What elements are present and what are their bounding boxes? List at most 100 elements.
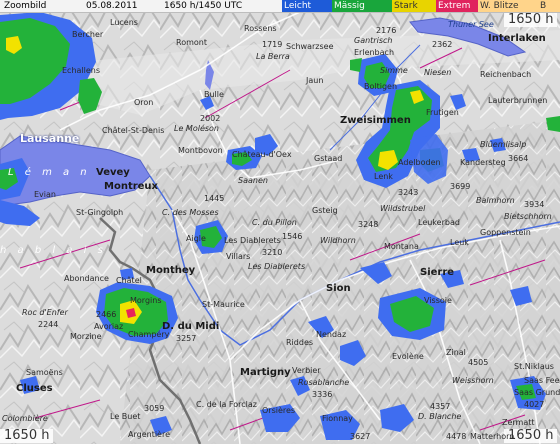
- cell-moderate: [350, 58, 362, 72]
- place-gstaad: Gstaad: [314, 154, 343, 163]
- place-chateau-doex: Château-d'Oex: [232, 150, 292, 159]
- place-romont: Romont: [176, 38, 207, 47]
- elevation-2002: 2002: [200, 114, 221, 123]
- place-vevey: Vevey: [96, 167, 130, 178]
- elevation-3699: 3699: [450, 182, 471, 191]
- place-schwarzsee: Schwarzsee: [286, 42, 334, 51]
- place-reichenbach: Reichenbach: [480, 70, 532, 79]
- header-bar: Zoombild 05.08.2011 1650 h/1450 UTC Leic…: [0, 0, 560, 13]
- place-martigny: Martigny: [240, 367, 291, 378]
- alpine-relief: [120, 120, 560, 444]
- elevation-3664: 3664: [508, 154, 529, 163]
- elevation-3336: 3336: [312, 390, 333, 399]
- place-saas-grund: Saas Grund: [514, 388, 560, 397]
- place-bietschhorn: Bietschhorn: [504, 212, 552, 221]
- place-gantrisch: Gantrisch: [354, 36, 393, 45]
- place-monthey: Monthey: [146, 265, 196, 276]
- elevation-2176: 2176: [376, 26, 397, 35]
- place-goppenstein: Goppenstein: [480, 228, 531, 237]
- elevation-3243: 3243: [398, 188, 419, 197]
- place-aigle: Aigle: [186, 234, 206, 243]
- place-cluses: Cluses: [16, 383, 53, 394]
- elevation-3059: 3059: [144, 404, 165, 413]
- elevation-1719: 1719: [262, 40, 283, 49]
- place-d-blanche: D. Blanche: [418, 412, 462, 421]
- place-st-niklaus: St.Niklaus: [514, 362, 554, 371]
- legend-lightning: W. Blitze: [478, 0, 538, 12]
- lake-label-thuner-see: Thuner See: [448, 20, 494, 29]
- place-wildhorn: Wildhorn: [320, 236, 356, 245]
- place-rossens: Rossens: [244, 24, 277, 33]
- place-bercher: Bercher: [72, 30, 104, 39]
- legend-b: B: [538, 0, 560, 12]
- place-lucens: Lucens: [110, 18, 138, 27]
- place-morgins: Morgins: [130, 296, 162, 305]
- place-montreux: Montreux: [104, 181, 159, 192]
- place-la-berra: La Berra: [256, 52, 290, 61]
- place-avoriaz: Avoriaz: [94, 322, 124, 331]
- place-evian: Evian: [34, 190, 56, 199]
- place-bulle: Bulle: [204, 90, 224, 99]
- place-samoens: Samoëns: [26, 368, 63, 377]
- weather-radar-map: Zoombild 05.08.2011 1650 h/1450 UTC Leic…: [0, 0, 560, 444]
- place-chatel-st-denis: Châtel-St-Denis: [102, 126, 165, 135]
- place-weisshorn: Weisshorn: [452, 376, 494, 385]
- elevation-1445: 1445: [204, 194, 225, 203]
- elevation-2244: 2244: [38, 320, 59, 329]
- place-orsieres: Orsières: [262, 406, 296, 415]
- place-simme: Simme: [380, 66, 408, 75]
- place-nendaz: Nendaz: [316, 330, 347, 339]
- elevation-4027: 4027: [524, 400, 545, 409]
- place-kandersteg: Kandersteg: [460, 158, 506, 167]
- place-echallens: Echallens: [62, 66, 101, 75]
- legend-strong: Stark: [392, 0, 436, 12]
- place-st-gingolph: St-Gingolph: [76, 208, 124, 217]
- place-bluemlisalp: Blüemlisalp: [480, 140, 527, 149]
- place-zinal: Zinal: [446, 348, 466, 357]
- place-balmhorn: Balmhorn: [476, 196, 515, 205]
- place-sion: Sion: [326, 283, 351, 294]
- elevation-3257: 3257: [176, 334, 197, 343]
- place-lenk: Lenk: [374, 172, 393, 181]
- elevation-3627: 3627: [350, 432, 371, 441]
- place-zweisimmen: Zweisimmen: [340, 115, 411, 126]
- elevation-4357: 4357: [430, 402, 451, 411]
- place-boltigen: Boltigen: [364, 82, 398, 91]
- place-rosablanche: Rosablanche: [298, 378, 350, 387]
- place-saas-fee: Saas Fee: [524, 376, 560, 385]
- place-jaun: Jaun: [306, 76, 324, 85]
- place-niesen: Niesen: [424, 68, 452, 77]
- place-roc-denfer: Roc d'Enfer: [22, 308, 68, 317]
- region-label-chablais: h a b l a i s: [0, 245, 107, 256]
- place-interlaken: Interlaken: [488, 33, 546, 44]
- place-evolene: Evolène: [392, 352, 424, 361]
- place-vissoie: Vissoie: [424, 296, 452, 305]
- place-gsteig: Gsteig: [312, 206, 338, 215]
- elevation-1546: 1546: [282, 232, 303, 241]
- place-morzine: Morzine: [70, 332, 102, 341]
- elevation-4505: 4505: [468, 358, 489, 367]
- place-adelboden: Adelboden: [398, 158, 441, 167]
- elevation-2362: 2362: [432, 40, 453, 49]
- legend-moderate: Mässig: [332, 0, 392, 12]
- place-verbier: Verbier: [292, 366, 321, 375]
- place-le-moleson: Le Moléson: [174, 124, 219, 133]
- place-le-buet: Le Buet: [110, 412, 141, 421]
- place-lauterbrunnen: Lauterbrunnen: [488, 96, 548, 105]
- time-label: 1650 h/1450 UTC: [164, 1, 243, 11]
- lake-label-leman: L é m a n: [8, 167, 91, 178]
- place-st-maurice: St-Maurice: [202, 300, 245, 309]
- place-d-du-midi: D. du Midi: [162, 321, 220, 332]
- place-les-diablerets: Les Diablerets: [224, 236, 281, 245]
- place-montana: Montana: [384, 242, 419, 251]
- altitude-label-top-right: 1650 h: [504, 13, 558, 27]
- place-matterhorn: Matterhorn: [470, 432, 515, 441]
- place-oron: Oron: [134, 98, 154, 107]
- place-erlenbach: Erlenbach: [354, 48, 395, 57]
- place-villars: Villars: [226, 252, 251, 261]
- place-leuk: Leuk: [450, 238, 469, 247]
- place-colombiere: Colombière: [2, 414, 48, 423]
- place-argentiere: Argentière: [128, 430, 171, 439]
- place-fionnay: Fionnay: [322, 414, 353, 423]
- elevation-4478: 4478: [446, 432, 467, 441]
